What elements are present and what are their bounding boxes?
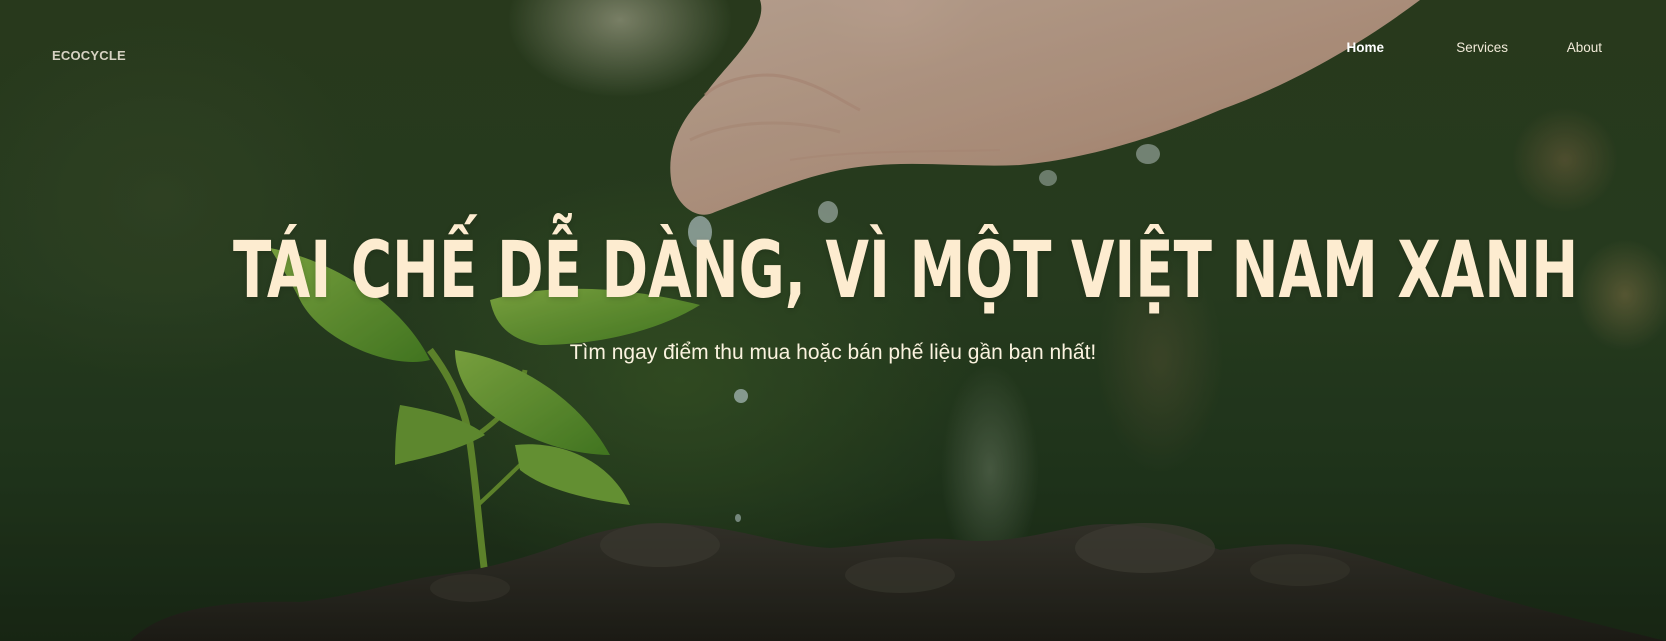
- nav-about[interactable]: About: [1567, 40, 1602, 55]
- hero-section: ECOCYCLE Home Services About TÁI CHẾ DỄ …: [0, 0, 1666, 641]
- soil-illustration: [130, 523, 1666, 641]
- brand-logo[interactable]: ECOCYCLE: [52, 48, 126, 63]
- hero-subtitle: Tìm ngay điểm thu mua hoặc bán phế liệu …: [569, 341, 1097, 364]
- nav-home[interactable]: Home: [1346, 40, 1384, 55]
- nav-services[interactable]: Services: [1456, 40, 1508, 55]
- hero-background-image: [130, 0, 1666, 641]
- hero-headline: TÁI CHẾ DỄ DÀNG, VÌ MỘT VIỆT NAM XANH: [232, 226, 1579, 316]
